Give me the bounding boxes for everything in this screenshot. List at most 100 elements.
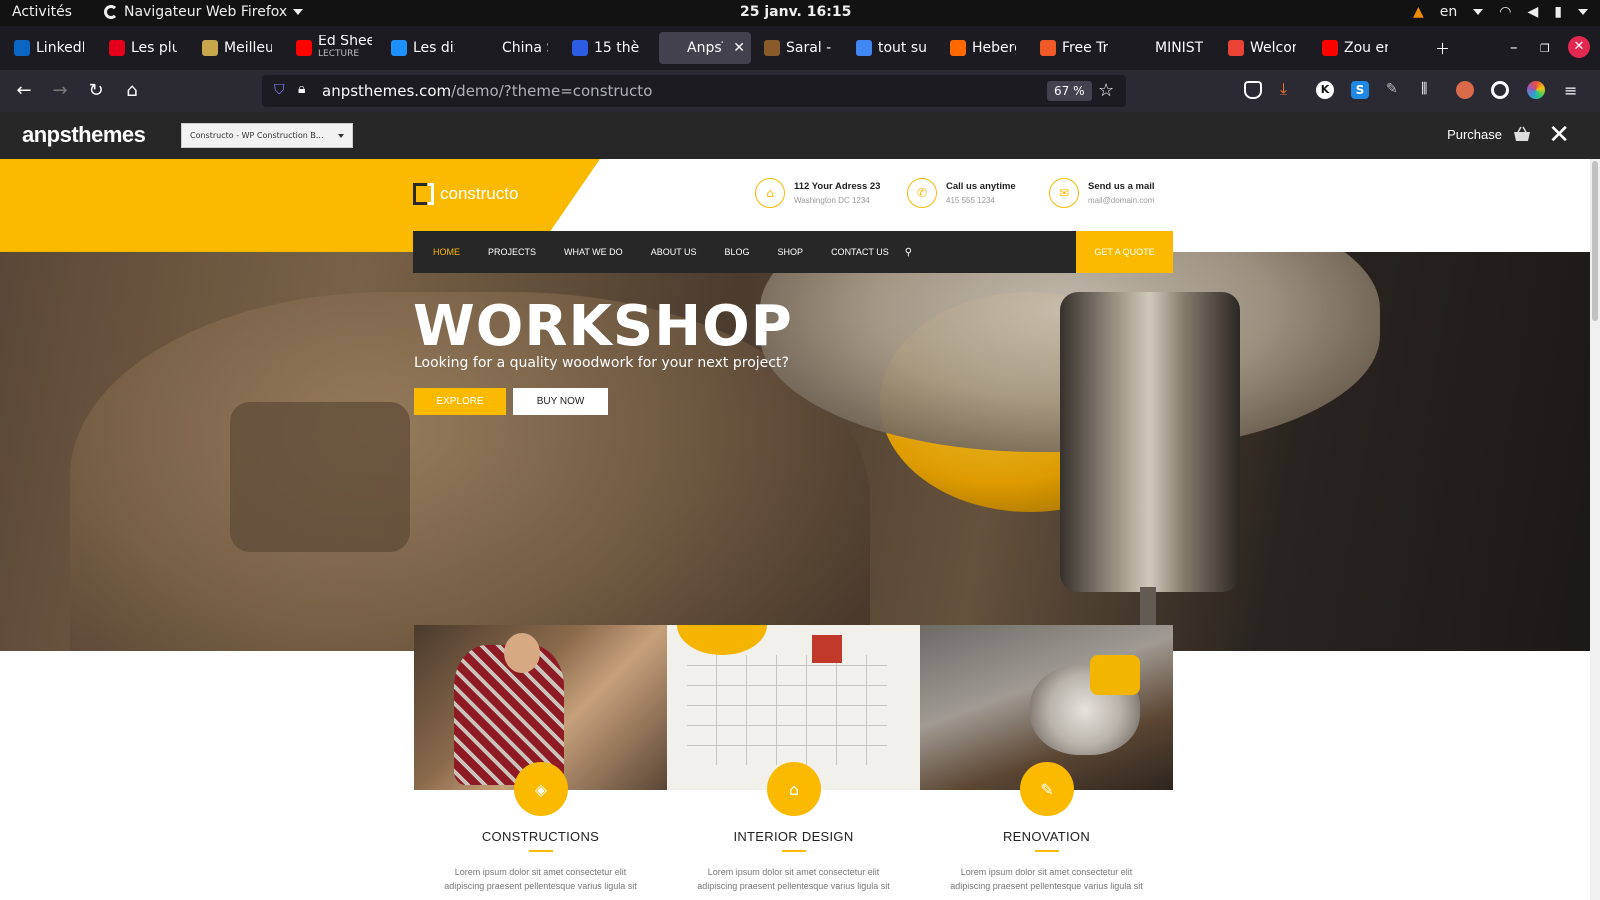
download-icon[interactable]: ⤓ (1280, 79, 1298, 98)
tab-title: Saral - C (786, 40, 832, 56)
new-tab-button[interactable]: ＋ (1435, 38, 1450, 59)
minimize-button[interactable]: – (1510, 38, 1518, 56)
browser-tab[interactable]: AnpsThe ✕ (659, 32, 751, 64)
menu-item-contact-us[interactable]: CONTACT US (831, 247, 889, 257)
browser-tab[interactable]: Ed Shee LECTURE (290, 32, 372, 64)
hero-title: WORKSHOP (413, 294, 793, 359)
system-tray[interactable]: ▲ en ◠ ◀ ▮ (1413, 4, 1588, 20)
lock-icon[interactable]: 🔒︎ (298, 81, 305, 97)
browser-tab[interactable]: 15 thèm (566, 32, 646, 64)
volume-icon[interactable]: ◀ (1528, 4, 1539, 20)
restore-button[interactable]: ❐ (1540, 42, 1550, 55)
close-tab-icon[interactable]: ✕ (733, 40, 745, 56)
chevron-down-icon (1578, 9, 1588, 15)
bookmark-star-icon[interactable]: ☆ (1098, 80, 1114, 101)
tab-title: China State (502, 40, 548, 56)
browser-tab[interactable]: Saral - C (758, 32, 838, 64)
menu-item-shop[interactable]: SHOP (778, 247, 804, 257)
back-arrow-icon[interactable]: ← (12, 79, 36, 103)
tab-title: LinkedIn (36, 40, 84, 56)
app-menu[interactable]: Navigateur Web Firefox (104, 4, 304, 20)
anpsthemes-logo[interactable]: anpsthemes (22, 122, 146, 148)
tab-title: MINISTÈRE (1155, 40, 1203, 56)
scrollbar-thumb[interactable] (1592, 161, 1598, 321)
extension-k-icon[interactable]: K (1316, 81, 1334, 99)
buy-now-button[interactable]: BUY NOW (513, 388, 608, 415)
browser-tab[interactable]: Les dix (385, 32, 461, 64)
menu-item-about-us[interactable]: ABOUT US (651, 247, 697, 257)
browser-tab[interactable]: China State (474, 32, 554, 64)
tab-subtitle: LECTURE (318, 49, 360, 59)
mail-info: ✉ Send us a mail mail@domain.com (1049, 178, 1155, 208)
explore-button[interactable]: EXPLORE (414, 388, 506, 415)
tab-title: Les dix (413, 40, 455, 56)
theme-select[interactable]: Constructo - WP Construction B... (181, 123, 353, 148)
basket-icon[interactable] (1512, 126, 1532, 142)
zoom-level-badge[interactable]: 67 % (1047, 81, 1092, 101)
activities-button[interactable]: Activités (12, 4, 72, 20)
browser-tab[interactable]: Les plus (103, 32, 183, 64)
library-icon[interactable]: ⫼ (1421, 81, 1439, 99)
service-description: Lorem ipsum dolor sit amet consectetur e… (697, 867, 890, 891)
browser-tab[interactable]: LinkedIn (8, 32, 90, 64)
clock[interactable]: 25 janv. 16:15 (740, 4, 851, 20)
demo-bar: anpsthemes Constructo - WP Construction … (0, 112, 1600, 159)
logo-bracket-icon (413, 183, 427, 205)
service-title[interactable]: INTERIOR DESIGN (667, 829, 920, 844)
search-icon[interactable]: ⚲ (905, 247, 912, 258)
tab-favicon-icon (856, 40, 872, 56)
color-picker-icon[interactable] (1527, 81, 1545, 99)
purchase-link[interactable]: Purchase (1447, 127, 1502, 142)
pocket-icon[interactable] (1244, 81, 1262, 99)
envelope-icon: ✉ (1049, 178, 1079, 208)
service-title[interactable]: CONSTRUCTIONS (414, 829, 667, 844)
vlc-icon[interactable]: ▲ (1413, 4, 1424, 20)
menu-icon[interactable]: ≡ (1564, 81, 1582, 100)
browser-tab[interactable]: Heberg (944, 32, 1022, 64)
browser-tab[interactable]: Zou en (1316, 32, 1394, 64)
tab-favicon-icon (572, 40, 588, 56)
wrench-icon: ✎ (1020, 762, 1074, 816)
chevron-down-icon (293, 9, 304, 15)
browser-tab[interactable]: Welcom (1222, 32, 1302, 64)
menu-item-projects[interactable]: PROJECTS (488, 247, 536, 257)
tab-title: Meilleur (224, 40, 272, 56)
extension-g-icon[interactable] (1491, 81, 1509, 99)
wifi-icon[interactable]: ◠ (1499, 4, 1511, 20)
home-icon[interactable]: ⌂ (120, 79, 144, 103)
service-title[interactable]: RENOVATION (920, 829, 1173, 844)
url-bar[interactable]: ⛉ 🔒︎ anpsthemes.com/demo/?theme=construc… (262, 75, 1126, 107)
menu-item-home[interactable]: HOME (433, 247, 460, 257)
extension-owl-icon[interactable] (1456, 81, 1474, 99)
url-text[interactable]: anpsthemes.com/demo/?theme=constructo (322, 82, 652, 100)
browser-tab[interactable]: Free Tri (1034, 32, 1114, 64)
battery-icon[interactable]: ▮ (1554, 4, 1562, 20)
menu-item-what-we-do[interactable]: WHAT WE DO (564, 247, 623, 257)
browser-tab[interactable]: Meilleur (196, 32, 278, 64)
tab-title: Heberg (972, 40, 1016, 56)
extension-s-icon[interactable]: S (1351, 81, 1369, 99)
language-indicator[interactable]: en (1440, 4, 1458, 20)
cube-icon: ◈ (514, 762, 568, 816)
browser-tab[interactable]: MINISTÈRE (1127, 32, 1209, 64)
tab-favicon-icon (296, 40, 312, 56)
get-a-quote-button[interactable]: GET A QUOTE (1076, 231, 1173, 273)
tab-favicon-icon (1228, 40, 1244, 56)
tab-title: Welcom (1250, 40, 1296, 56)
extension-pen-icon[interactable]: ✎ (1386, 81, 1404, 99)
tab-favicon-icon (950, 40, 966, 56)
menu-item-blog[interactable]: BLOG (725, 247, 750, 257)
close-demo-button[interactable]: ✕ (1548, 120, 1570, 150)
tab-title: Free Tri (1062, 40, 1108, 56)
tab-favicon-icon (480, 40, 496, 56)
window-close-button[interactable]: ✕ (1568, 36, 1590, 58)
tab-favicon-icon (391, 40, 407, 56)
shield-icon[interactable]: ⛉ (274, 82, 285, 98)
scrollbar[interactable] (1590, 159, 1600, 900)
reload-icon[interactable]: ↻ (84, 79, 108, 103)
browser-tab[interactable]: tout sur (850, 32, 932, 64)
forward-arrow-icon[interactable]: → (48, 79, 72, 103)
tab-title: Zou en (1344, 40, 1388, 56)
tab-favicon-icon (1133, 40, 1149, 56)
site-logo[interactable]: constructo (413, 183, 518, 205)
